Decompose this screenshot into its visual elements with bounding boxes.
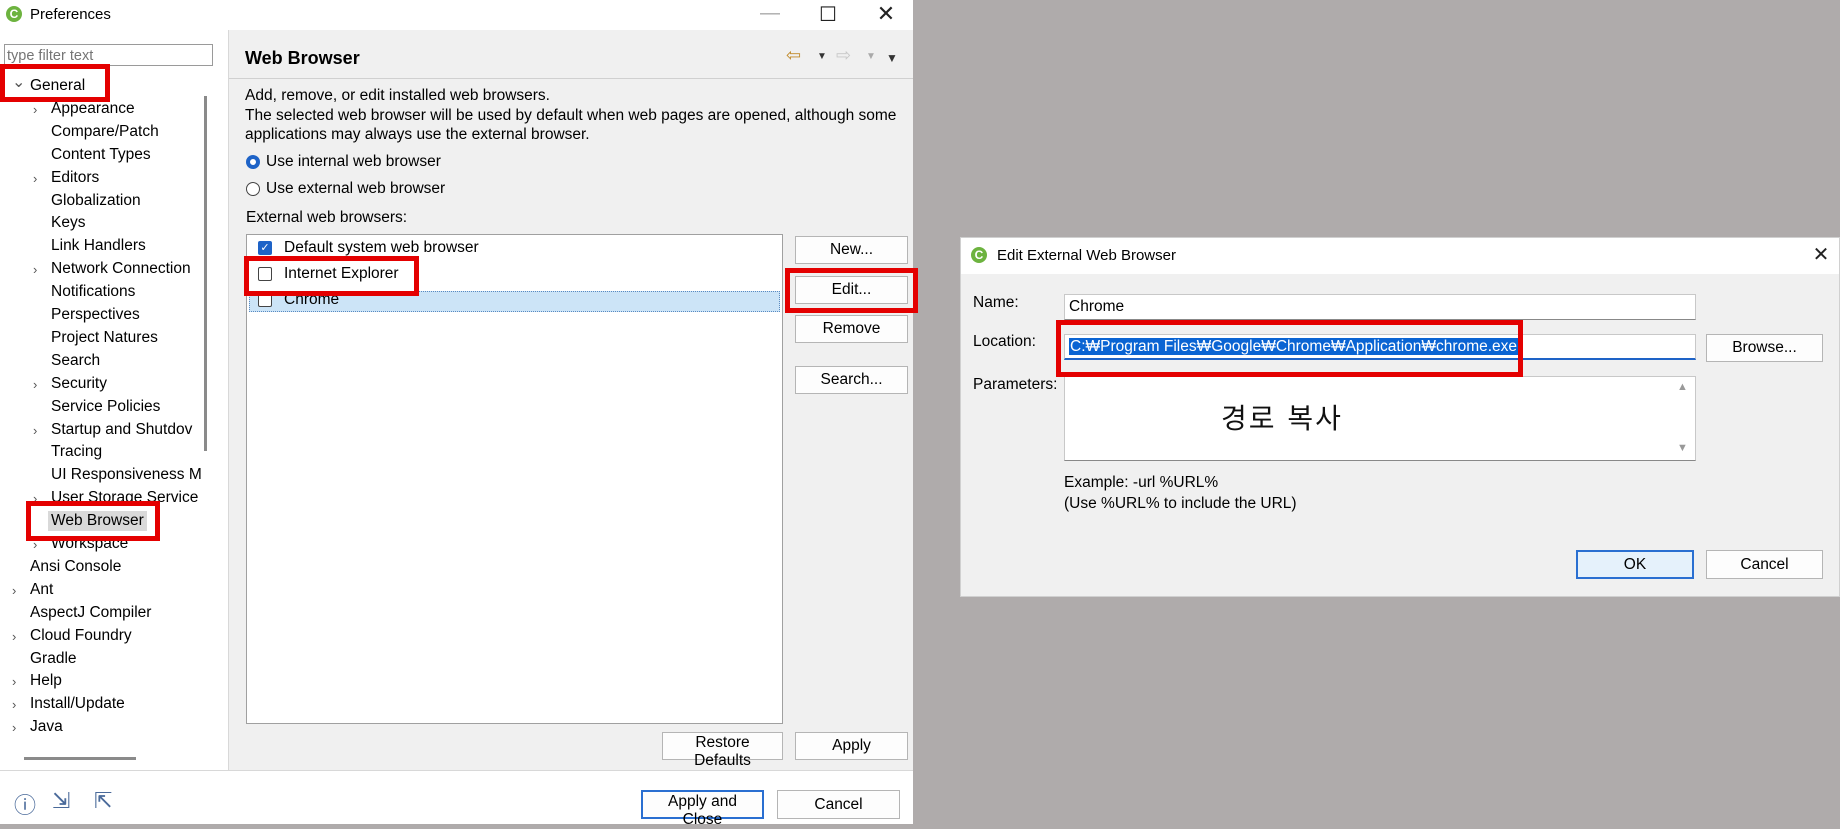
tree-item[interactable]: Link Handlers [51, 236, 146, 256]
parameters-field[interactable] [1064, 376, 1696, 461]
close-icon[interactable]: ✕ [866, 1, 906, 27]
tree-item[interactable]: Install/Update [30, 694, 125, 714]
radio-external-label[interactable]: Use external web browser [266, 179, 445, 198]
help-icon[interactable]: ⓘ [14, 788, 36, 820]
dialog-title: Edit External Web Browser [997, 247, 1176, 264]
tree-item[interactable]: Globalization [51, 191, 141, 211]
tree-item[interactable]: Project Natures [51, 328, 158, 348]
cancel-button[interactable]: Cancel [777, 790, 900, 819]
chevron-right-icon[interactable]: › [12, 672, 16, 692]
chevron-right-icon[interactable]: › [33, 169, 37, 189]
tree-item[interactable]: UI Responsiveness M [51, 465, 202, 485]
tree-item[interactable]: Ant [30, 580, 53, 600]
tree-item[interactable]: Cloud Foundry [30, 626, 132, 646]
tree-item[interactable]: Help [30, 671, 62, 691]
search-button[interactable]: Search... [795, 366, 908, 394]
scroll-down-icon[interactable]: ▼ [1677, 442, 1688, 454]
highlight-general [0, 64, 110, 102]
forward-arrow-icon[interactable]: ⇨ [836, 45, 851, 66]
minimize-icon[interactable]: — [750, 2, 790, 25]
radio-internal-label[interactable]: Use internal web browser [266, 152, 441, 171]
tree-item[interactable]: Startup and Shutdov [51, 420, 192, 440]
intro-text-3: applications may always use the external… [245, 126, 590, 143]
tree-item[interactable]: AspectJ Compiler [30, 603, 151, 623]
preferences-titlebar[interactable]: C Preferences — ☐ ✕ [0, 0, 913, 30]
tree-item[interactable]: Security [51, 374, 107, 394]
tree-item[interactable]: Keys [51, 213, 85, 233]
filter-input[interactable] [4, 44, 213, 66]
highlight-internet-explorer [244, 256, 419, 296]
chevron-right-icon[interactable]: › [12, 718, 16, 738]
highlight-edit-button [785, 268, 918, 313]
highlight-location [1056, 320, 1523, 377]
tree-item[interactable]: Service Policies [51, 397, 160, 417]
chevron-right-icon[interactable]: › [33, 421, 37, 441]
export-icon[interactable]: ⇱ [94, 788, 112, 814]
tree-item[interactable]: Perspectives [51, 305, 140, 325]
spring-logo-icon: C [6, 6, 22, 22]
ok-button[interactable]: OK [1576, 550, 1694, 579]
example-hint: (Use %URL% to include the URL) [1064, 495, 1297, 512]
tree-vertical-scrollbar[interactable] [204, 96, 207, 451]
tree-item[interactable]: Search [51, 351, 100, 371]
tree-item[interactable]: Notifications [51, 282, 135, 302]
import-icon[interactable]: ⇲ [52, 788, 70, 814]
forward-dropdown-icon[interactable]: ▼ [866, 51, 876, 62]
tree-item[interactable]: Network Connection [51, 259, 191, 279]
tree-horizontal-scrollbar[interactable] [24, 757, 136, 760]
chevron-right-icon[interactable]: › [33, 260, 37, 280]
maximize-icon[interactable]: ☐ [808, 2, 848, 27]
intro-text-2: The selected web browser will be used by… [245, 107, 897, 124]
location-label: Location: [973, 333, 1036, 350]
page-title: Web Browser [245, 48, 360, 68]
chevron-right-icon[interactable]: › [12, 581, 16, 601]
scroll-up-icon[interactable]: ▲ [1677, 381, 1688, 393]
tree-item[interactable]: Ansi Console [30, 557, 121, 577]
parameters-label: Parameters: [973, 376, 1058, 393]
example-text: Example: -url %URL% [1064, 474, 1219, 491]
radio-external-browser[interactable] [246, 182, 260, 196]
radio-internal-browser[interactable] [246, 155, 260, 169]
tree-item[interactable]: Compare/Patch [51, 122, 159, 142]
annotation-copy-path: 경로 복사 [1221, 402, 1343, 435]
highlight-web-browser [26, 501, 160, 541]
apply-and-close-button[interactable]: Apply and Close [641, 790, 764, 828]
remove-button[interactable]: Remove [795, 315, 908, 343]
back-dropdown-icon[interactable]: ▼ [817, 51, 827, 62]
header-separator [229, 78, 913, 79]
tree-item[interactable]: Editors [51, 168, 99, 188]
chevron-right-icon[interactable]: › [12, 695, 16, 715]
dialog-cancel-button[interactable]: Cancel [1706, 550, 1823, 579]
new-button[interactable]: New... [795, 236, 908, 264]
chevron-right-icon[interactable]: › [33, 100, 37, 120]
chevron-right-icon[interactable]: › [12, 627, 16, 647]
restore-defaults-button[interactable]: Restore Defaults [662, 732, 783, 769]
tree-item[interactable]: Gradle [30, 649, 77, 669]
dialog-spring-logo-icon: C [971, 247, 987, 263]
tree-item[interactable]: Appearance [51, 99, 135, 119]
external-browsers-label: External web browsers: [246, 209, 408, 226]
name-label: Name: [973, 294, 1019, 311]
tree-item[interactable]: Content Types [51, 145, 151, 165]
dialog-titlebar[interactable]: C Edit External Web Browser ✕ [961, 238, 1839, 274]
browser-name-default[interactable]: Default system web browser [284, 238, 479, 257]
tree-item[interactable]: Java [30, 717, 63, 737]
tree-item[interactable]: Tracing [51, 442, 102, 462]
name-field-value: Chrome [1069, 298, 1125, 315]
view-menu-icon[interactable]: ▼ [886, 51, 898, 65]
dialog-close-icon[interactable]: ✕ [1801, 242, 1840, 267]
browse-button[interactable]: Browse... [1706, 334, 1823, 362]
intro-text-1: Add, remove, or edit installed web brows… [245, 87, 550, 104]
checkbox-default-system-browser[interactable]: ✓ [258, 241, 272, 255]
window-title: Preferences [30, 6, 111, 23]
apply-button[interactable]: Apply [795, 732, 908, 760]
name-field[interactable]: Chrome [1064, 294, 1696, 320]
back-arrow-icon[interactable]: ⇦ [786, 45, 801, 66]
chevron-right-icon[interactable]: › [33, 375, 37, 395]
